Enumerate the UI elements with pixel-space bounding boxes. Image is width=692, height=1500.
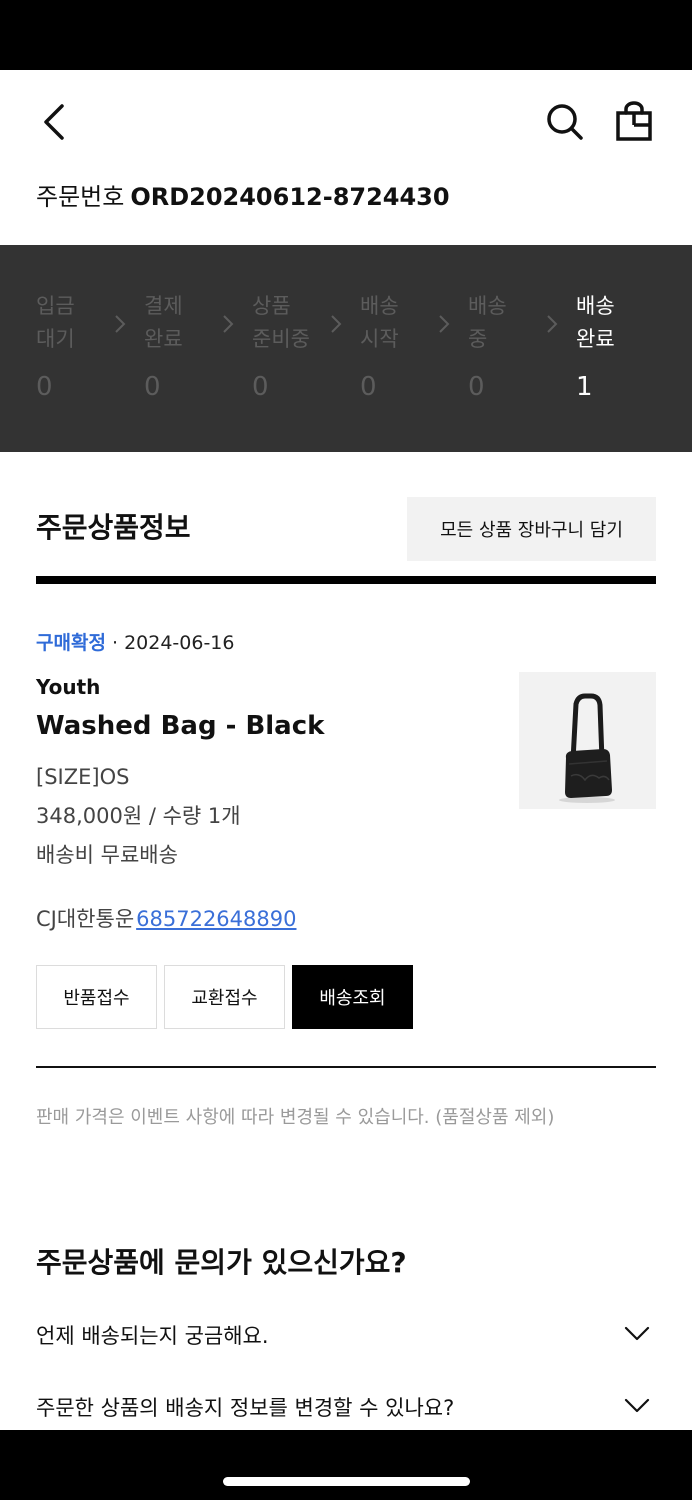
chevron-right-icon — [223, 315, 234, 333]
step-label: 배송 완료 — [576, 294, 615, 351]
shopping-bag-icon[interactable] — [612, 101, 656, 143]
chevron-left-icon[interactable] — [38, 102, 72, 142]
search-icon[interactable] — [544, 101, 584, 141]
step-shipping-started[interactable]: 배송 시작 0 — [360, 290, 460, 402]
faq-item[interactable]: 주문한 상품의 배송지 정보를 변경할 수 있나요? — [36, 1388, 656, 1428]
step-preparing[interactable]: 상품 준비중 0 — [252, 290, 352, 402]
exchange-request-button[interactable]: 교환접수 — [164, 965, 285, 1029]
tracking-info: CJ대한통운685722648890 — [36, 904, 296, 934]
items-divider — [36, 1066, 656, 1068]
tracking-number-link[interactable]: 685722648890 — [136, 907, 296, 931]
product-image[interactable] — [519, 672, 656, 809]
order-number-label: 주문번호 — [36, 183, 125, 211]
faq-title: 주문상품에 문의가 있으신가요? — [36, 1246, 407, 1279]
return-request-button[interactable]: 반품접수 — [36, 965, 157, 1029]
chevron-right-icon — [439, 315, 450, 333]
status-bar — [0, 0, 692, 70]
step-delivered[interactable]: 배송 완료 1 — [576, 290, 676, 402]
chevron-right-icon — [331, 315, 342, 333]
courier-name: CJ대한통운 — [36, 907, 135, 931]
track-delivery-button[interactable]: 배송조회 — [292, 965, 413, 1029]
step-payment-pending[interactable]: 입금 대기 0 — [36, 290, 136, 402]
product-option: [SIZE]OS — [36, 765, 130, 789]
faq-question: 언제 배송되는지 궁금해요. — [36, 1324, 269, 1348]
chevron-down-icon — [624, 1398, 650, 1413]
step-count: 0 — [144, 372, 161, 402]
product-price-quantity: 348,000원 / 수량 1개 — [36, 804, 241, 828]
step-count: 0 — [36, 372, 53, 402]
order-items-title: 주문상품정보 — [36, 511, 191, 544]
section-divider — [36, 576, 656, 584]
order-progress-panel: 입금 대기 0 결제 완료 0 상품 준비중 0 배송 시작 0 배송 중 0 … — [0, 245, 692, 452]
faq-question: 주문한 상품의 배송지 정보를 변경할 수 있나요? — [36, 1396, 455, 1420]
step-count: 0 — [360, 372, 377, 402]
chevron-right-icon — [547, 315, 558, 333]
order-status-line: 구매확정 · 2024-06-16 — [36, 630, 234, 656]
product-name[interactable]: Washed Bag - Black — [36, 708, 324, 744]
step-count: 0 — [468, 372, 485, 402]
price-notice: 판매 가격은 이벤트 사항에 따라 변경될 수 있습니다. (품절상품 제외) — [36, 1107, 555, 1128]
bottom-bar — [0, 1430, 692, 1500]
add-all-to-cart-button[interactable]: 모든 상품 장바구니 담기 — [407, 497, 656, 561]
purchase-confirmed-badge: 구매확정 — [36, 632, 106, 654]
faq-item[interactable]: 언제 배송되는지 궁금해요. — [36, 1316, 656, 1356]
step-count: 0 — [252, 372, 269, 402]
chevron-down-icon — [624, 1326, 650, 1341]
confirmed-date: 2024-06-16 — [124, 632, 235, 654]
home-indicator[interactable] — [223, 1477, 470, 1486]
order-number: 주문번호 ORD20240612-8724430 — [36, 181, 450, 213]
shipping-fee: 배송비 무료배송 — [36, 843, 178, 867]
chevron-right-icon — [115, 315, 126, 333]
step-payment-complete[interactable]: 결제 완료 0 — [144, 290, 244, 402]
order-number-value: ORD20240612-8724430 — [130, 183, 450, 211]
separator-dot: · — [111, 632, 119, 654]
step-count: 1 — [576, 372, 593, 402]
product-brand[interactable]: Youth — [36, 674, 100, 700]
step-in-transit[interactable]: 배송 중 0 — [468, 290, 568, 402]
